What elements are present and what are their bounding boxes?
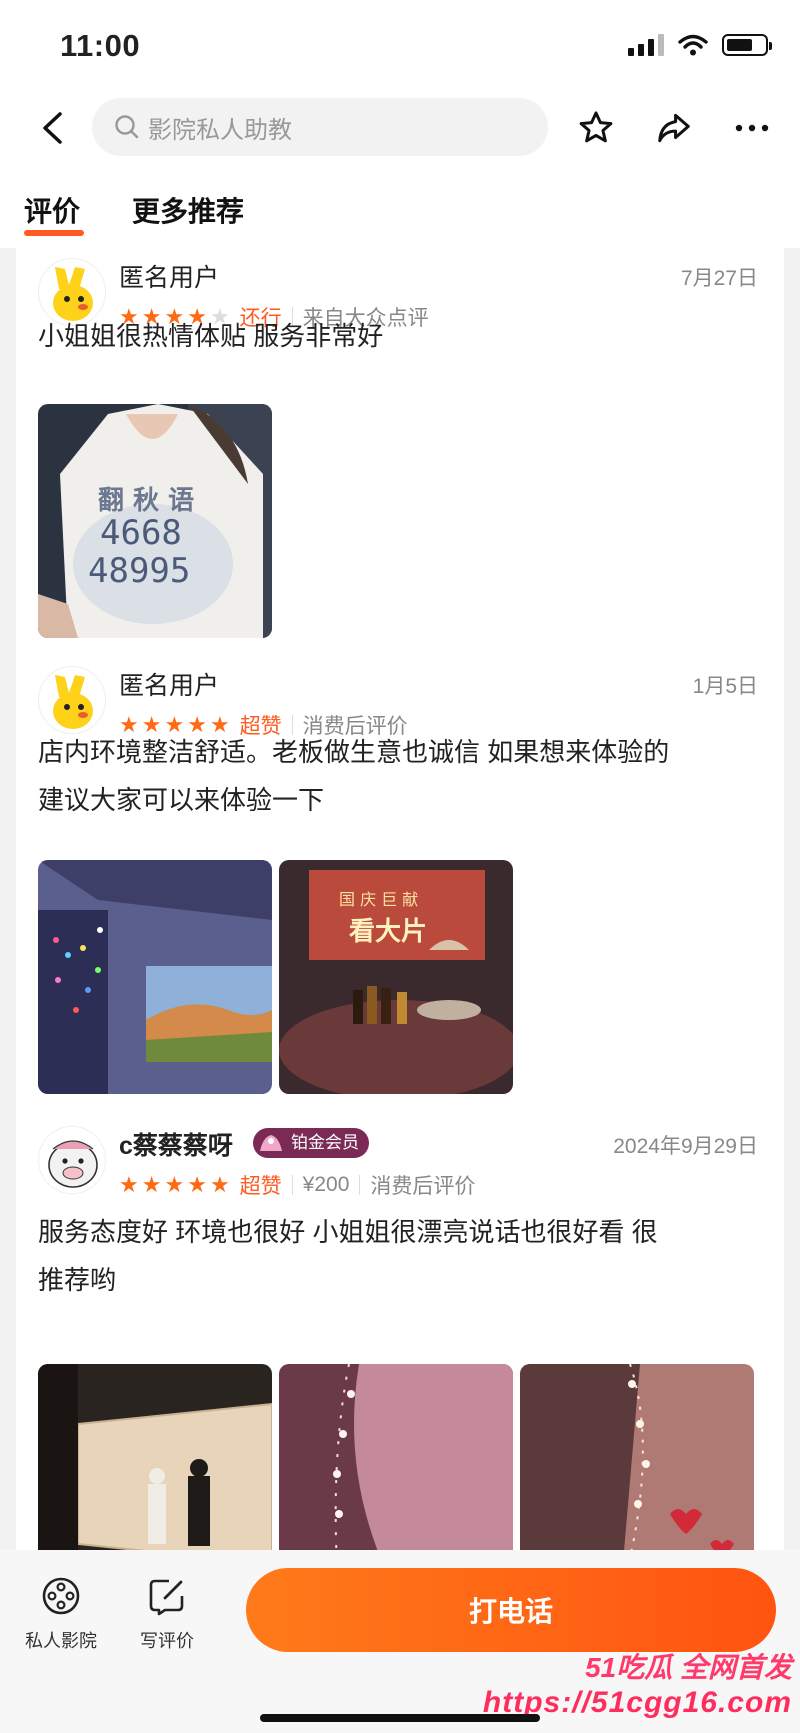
star-rating: ★ ★ ★ ★ ★: [119, 1174, 230, 1196]
review-text-line: 服务态度好 环境也很好 小姐姐很漂亮说话也很好看 很: [38, 1217, 658, 1247]
review-text: 服务态度好 环境也很好 小姐姐很漂亮说话也很好看 很 推荐哟: [38, 1208, 768, 1304]
more-button[interactable]: [728, 104, 776, 152]
tab-bar: 评价 更多推荐: [0, 164, 800, 248]
write-review-button[interactable]: 写评价: [122, 1576, 212, 1653]
review-photo[interactable]: 翻 秋 语 4668 48995: [38, 404, 272, 638]
review-text-line: 店内环境整洁舒适。老板做生意也诚信 如果想来体验的: [38, 737, 670, 767]
review-photo[interactable]: 国 庆 巨 献 看大片: [279, 860, 513, 1094]
review-photo[interactable]: [38, 1364, 272, 1550]
review-photo[interactable]: [520, 1364, 754, 1550]
member-crown-icon: [260, 1135, 282, 1151]
private-cinema-label: 私人影院: [25, 1631, 97, 1651]
signal-icon: [628, 34, 664, 56]
review-item: 匿名用户 1月5日 ★ ★ ★ ★ ★ 超赞 消费后评价 店内环境整洁舒适。老板…: [16, 660, 784, 1094]
star-outline-icon: [579, 111, 613, 143]
review-item: c蔡蔡蔡呀 铂金会员 2024年9月29日 ★ ★ ★ ★ ★ 超赞 ¥200 …: [16, 1120, 784, 1550]
review-date: 7月27日: [680, 267, 758, 290]
divider: [359, 1175, 361, 1195]
status-icons: [628, 34, 772, 56]
home-indicator: [260, 1714, 540, 1722]
status-time: 11:00: [60, 28, 141, 63]
edit-review-icon: [149, 1579, 184, 1616]
review-text: 小姐姐很热情体贴 服务非常好: [38, 321, 384, 351]
star-icon: ★: [119, 1172, 139, 1197]
rating-word: 超赞: [239, 1175, 282, 1198]
rating-row: ★ ★ ★ ★ ★ 超赞 ¥200 消费后评价: [119, 1170, 475, 1200]
search-placeholder: 影院私人助教: [148, 116, 292, 144]
bottom-action-bar: 私人影院 写评价 打电话 51吃瓜 全网首发 https://51cgg16.c…: [0, 1550, 800, 1733]
review-date: 1月5日: [692, 675, 758, 698]
more-dots-icon: [735, 124, 769, 132]
review-photo[interactable]: [279, 1364, 513, 1550]
tab-reviews[interactable]: 评价: [24, 190, 80, 230]
wifi-icon: [678, 34, 708, 56]
private-cinema-button[interactable]: 私人影院: [16, 1576, 106, 1653]
svg-text:翻 秋 语: 翻 秋 语: [98, 486, 194, 516]
star-icon: ★: [141, 1172, 162, 1197]
review-date: 2024年9月29日: [613, 1135, 758, 1158]
battery-icon: [722, 34, 772, 56]
star-icon: ★: [164, 1172, 185, 1197]
write-review-label: 写评价: [140, 1631, 194, 1651]
review-text-line: 推荐哟: [38, 1265, 117, 1295]
status-bar: 11:00: [0, 0, 800, 92]
nav-bar: 影院私人助教: [0, 92, 800, 164]
review-item: 匿名用户 7月27日 ★ ★ ★ ★ ★ 还行 来自大众点评 小姐姐很热情体贴 …: [16, 252, 784, 652]
share-button[interactable]: [650, 104, 698, 152]
search-icon: [115, 115, 139, 139]
review-source: 消费后评价: [370, 1175, 476, 1198]
divider: [291, 1175, 293, 1195]
tab-more-recommendations[interactable]: 更多推荐: [132, 190, 244, 230]
member-badge-label: 铂金会员: [291, 1133, 359, 1152]
search-input[interactable]: 影院私人助教: [92, 98, 548, 156]
watermark: 51吃瓜 全网首发 https://51cgg16.com: [483, 1646, 792, 1720]
tab-active-indicator: [24, 230, 84, 236]
favorite-button[interactable]: [572, 104, 620, 152]
star-icon: ★: [209, 1172, 230, 1197]
review-photo[interactable]: [38, 860, 272, 1094]
chevron-left-icon: [43, 112, 62, 144]
shirt-text-line2: 48995: [88, 551, 190, 591]
watermark-title: 51吃瓜 全网首发: [585, 1652, 792, 1683]
shirt-text-line1: 4668: [100, 513, 182, 553]
back-button[interactable]: [30, 106, 74, 150]
avatar[interactable]: [38, 1126, 106, 1194]
avatar[interactable]: [38, 666, 106, 734]
film-reel-icon: [42, 1577, 80, 1615]
username[interactable]: 匿名用户: [119, 666, 219, 702]
member-badge: 铂金会员: [253, 1128, 369, 1158]
review-price: ¥200: [302, 1173, 350, 1196]
review-text-line: 建议大家可以来体验一下: [38, 785, 325, 815]
svg-text:看大片: 看大片: [349, 917, 427, 947]
star-icon: ★: [187, 1172, 207, 1197]
review-text: 店内环境整洁舒适。老板做生意也诚信 如果想来体验的 建议大家可以来体验一下: [38, 728, 768, 824]
username[interactable]: 匿名用户: [119, 258, 219, 294]
review-list[interactable]: 匿名用户 7月27日 ★ ★ ★ ★ ★ 还行 来自大众点评 小姐姐很热情体贴 …: [16, 248, 784, 1550]
call-button[interactable]: 打电话: [246, 1568, 776, 1652]
username[interactable]: c蔡蔡蔡呀: [119, 1126, 233, 1162]
share-icon: [658, 113, 690, 143]
svg-text:国 庆 巨 献: 国 庆 巨 献: [339, 890, 418, 909]
